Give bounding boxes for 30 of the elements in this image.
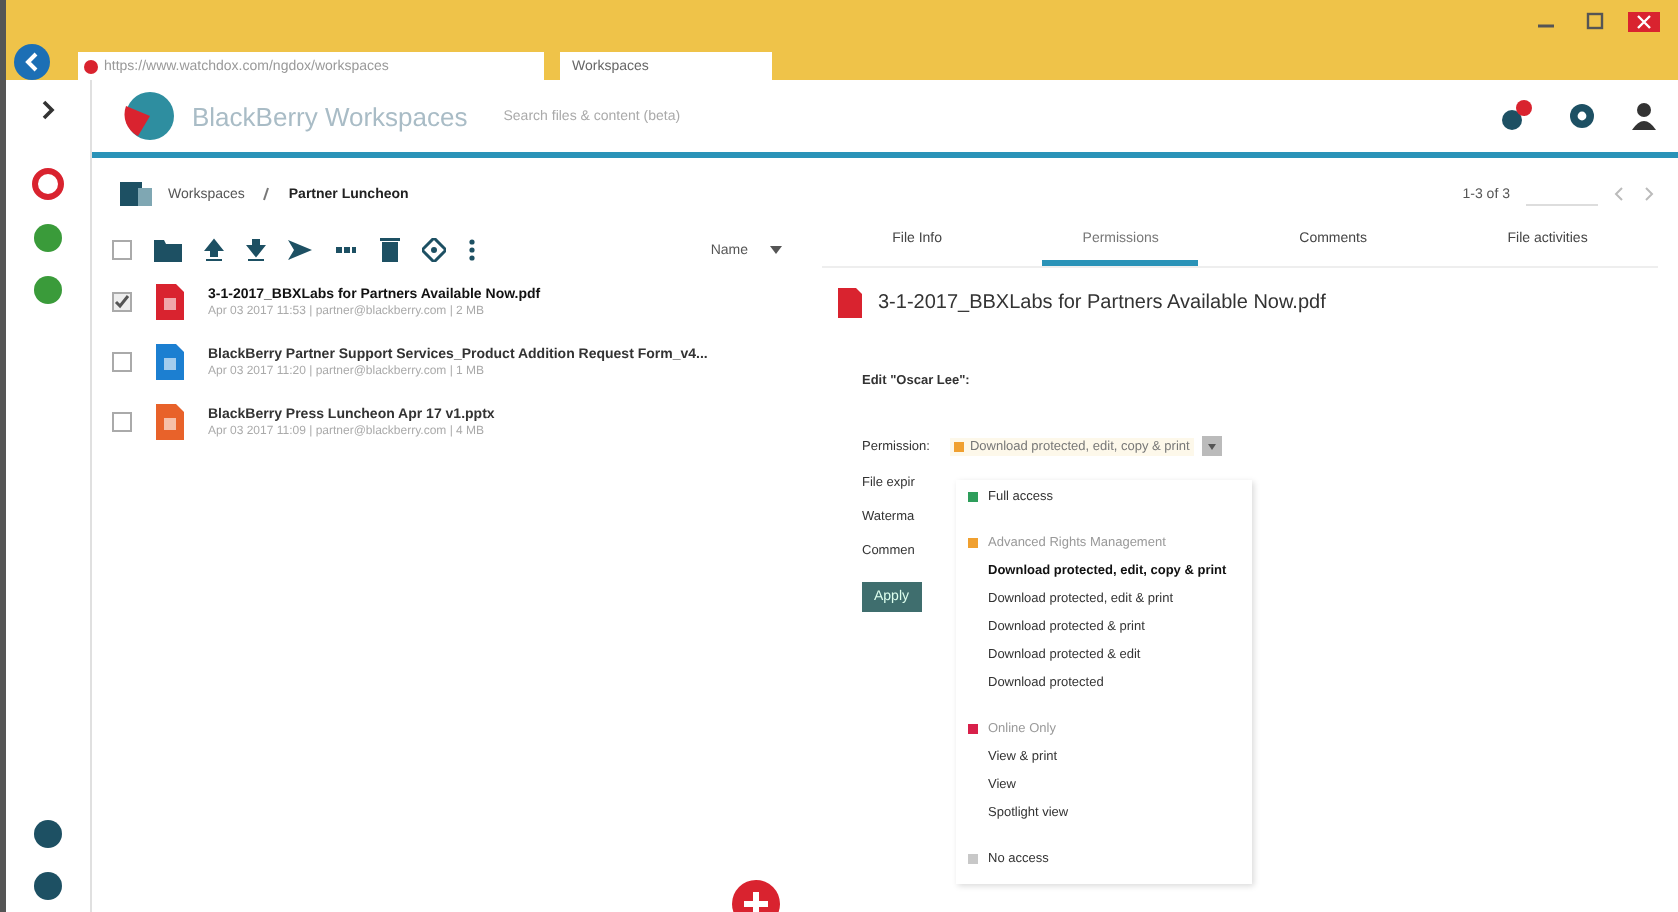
more-icon[interactable] — [468, 238, 476, 262]
download-icon[interactable] — [246, 238, 266, 262]
caret-icon[interactable] — [770, 245, 782, 255]
upload-icon[interactable] — [204, 238, 224, 262]
back-button[interactable] — [14, 44, 50, 80]
trash-icon[interactable] — [380, 238, 400, 262]
user-icon[interactable] — [1630, 100, 1658, 132]
dropdown-button[interactable] — [1201, 436, 1222, 456]
settings-icon[interactable] — [1566, 100, 1598, 132]
file-checkbox[interactable] — [112, 412, 132, 432]
pdf-file-icon — [838, 288, 862, 318]
expand-icon[interactable] — [40, 100, 56, 120]
file-title: 3-1-2017_BBXLabs for Partners Available Now.pdf — [878, 292, 1326, 314]
file-icon — [156, 284, 184, 320]
logo-text: BlackBerry Workspaces — [192, 101, 468, 131]
ring-icon[interactable] — [32, 168, 64, 200]
send-icon[interactable] — [288, 238, 312, 262]
select-all-checkbox[interactable] — [112, 240, 132, 260]
breadcrumb-separator-icon — [260, 186, 273, 202]
move-icon[interactable] — [422, 238, 446, 262]
file-checkbox[interactable] — [112, 352, 132, 372]
close-button[interactable] — [1622, 12, 1666, 32]
plus-icon — [742, 890, 770, 912]
folder-icon[interactable] — [154, 238, 182, 262]
notification-icon[interactable] — [1498, 98, 1534, 134]
file-icon — [156, 404, 184, 440]
file-checkbox[interactable] — [112, 292, 132, 312]
workspace-icon — [120, 182, 152, 206]
file-icon — [156, 344, 184, 380]
logo-icon — [120, 90, 180, 142]
